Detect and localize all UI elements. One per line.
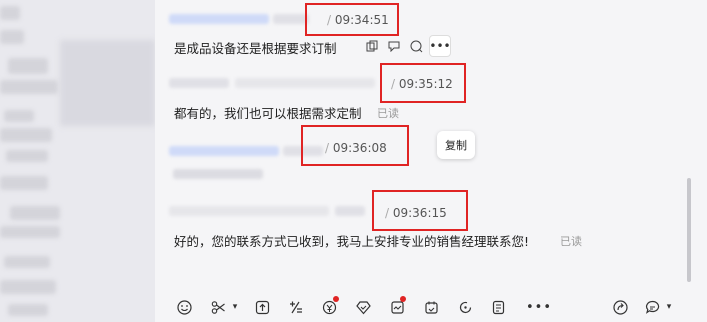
sender-name-blurred: [169, 206, 329, 216]
highlight-box: [372, 190, 468, 231]
conversation-sidebar: [0, 0, 155, 322]
blurred-content: [6, 150, 48, 162]
blurred-content: [0, 80, 58, 94]
message-text-blurred: [173, 169, 263, 179]
sender-name-blurred: [169, 78, 229, 88]
upload-icon[interactable]: [252, 296, 272, 318]
blurred-content: [4, 256, 50, 268]
unread-dot: [333, 296, 339, 302]
blurred-content: [0, 280, 56, 294]
emoji-icon[interactable]: [174, 296, 194, 318]
selected-conversation[interactable]: [60, 40, 155, 126]
sender-name-blurred: [273, 14, 309, 24]
read-status: 已读: [560, 235, 582, 248]
copy-tooltip[interactable]: 复制: [437, 131, 475, 159]
sender-name-blurred: [169, 146, 279, 156]
share-icon[interactable]: [610, 296, 630, 318]
highlight-box: [301, 125, 409, 166]
chevron-down-icon[interactable]: ▾: [225, 296, 245, 318]
loop-icon[interactable]: [455, 296, 475, 318]
blurred-content: [0, 176, 48, 190]
chat-panel: / 09:34:51 是成品设备还是根据要求订制 ••• / 09:35:12 …: [155, 0, 707, 322]
scrollbar-thumb[interactable]: [687, 178, 691, 282]
unread-dot: [400, 296, 406, 302]
blurred-content: [8, 58, 48, 74]
blurred-content: [0, 30, 24, 44]
highlight-box: [380, 63, 466, 103]
message-text: 好的，您的联系方式已收到，我马上安排专业的销售经理联系您!: [174, 234, 530, 249]
reaction-icon[interactable]: [407, 37, 425, 55]
blurred-content: [4, 110, 34, 122]
more-icon[interactable]: •••: [526, 296, 551, 318]
blurred-content: [0, 128, 52, 142]
formula-icon[interactable]: [285, 296, 305, 318]
doc-icon[interactable]: [488, 296, 508, 318]
more-button[interactable]: •••: [429, 35, 451, 57]
blurred-content: [8, 304, 48, 316]
blurred-content: [0, 6, 20, 20]
message-hover-tools: •••: [363, 35, 451, 57]
sender-name-blurred: [335, 206, 365, 216]
diamond-icon[interactable]: [353, 296, 373, 318]
message-text: 是成品设备还是根据要求订制: [174, 41, 337, 56]
highlight-box: [305, 3, 399, 36]
copy-icon[interactable]: [363, 37, 381, 55]
chevron-down-icon[interactable]: ▾: [659, 296, 679, 318]
calendar-icon[interactable]: [421, 296, 441, 318]
sender-name-blurred: [235, 78, 375, 88]
blurred-content: [10, 206, 60, 220]
reply-icon[interactable]: [385, 37, 403, 55]
blurred-content: [0, 226, 60, 238]
message-text: 都有的，我们也可以根据需求定制: [174, 106, 362, 121]
read-status: 已读: [377, 107, 399, 120]
sender-name-blurred: [169, 14, 269, 24]
